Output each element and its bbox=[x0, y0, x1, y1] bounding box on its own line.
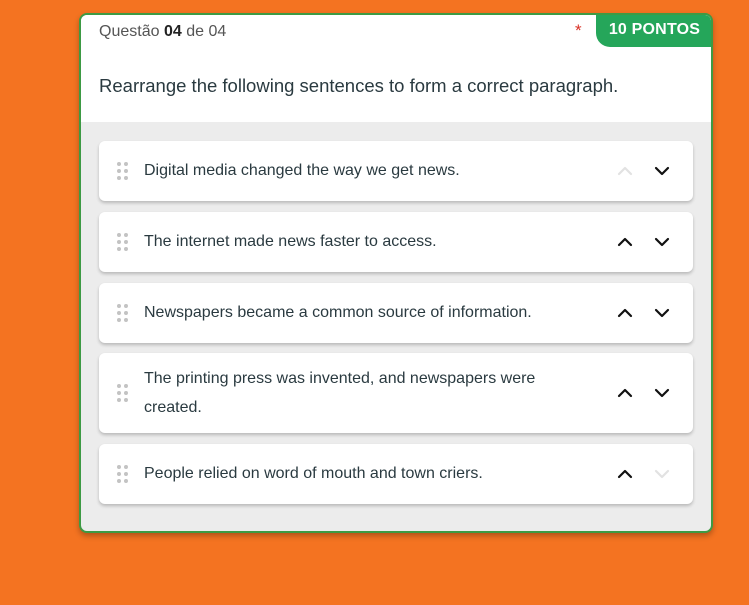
chevron-down-icon[interactable] bbox=[650, 381, 674, 405]
drag-handle-icon[interactable] bbox=[117, 465, 129, 483]
question-counter: Questão 04 de 04 bbox=[99, 23, 226, 41]
question-prompt: Rearrange the following sentences to for… bbox=[99, 75, 619, 96]
sortable-item[interactable]: The printing press was invented, and new… bbox=[99, 353, 693, 433]
item-text: The printing press was invented, and new… bbox=[144, 370, 536, 416]
required-marker: * bbox=[575, 21, 582, 40]
drag-handle-icon[interactable] bbox=[117, 162, 129, 180]
question-counter-prefix: Questão bbox=[99, 23, 160, 40]
sortable-item[interactable]: Newspapers became a common source of inf… bbox=[99, 283, 693, 343]
item-text: Newspapers became a common source of inf… bbox=[144, 304, 532, 321]
item-text: The internet made news faster to access. bbox=[144, 233, 437, 250]
drag-handle-icon[interactable] bbox=[117, 384, 129, 402]
item-text: People relied on word of mouth and town … bbox=[144, 465, 483, 482]
chevron-up-icon[interactable] bbox=[613, 230, 637, 254]
sortable-item[interactable]: Digital media changed the way we get new… bbox=[99, 141, 693, 201]
chevron-up-icon[interactable] bbox=[613, 301, 637, 325]
chevron-down-icon[interactable] bbox=[650, 159, 674, 183]
question-counter-separator: de bbox=[186, 23, 204, 40]
points-badge: 10 PONTOS bbox=[596, 15, 711, 47]
sortable-item[interactable]: The internet made news faster to access. bbox=[99, 212, 693, 272]
chevron-up-icon[interactable] bbox=[613, 381, 637, 405]
chevron-down-icon[interactable] bbox=[650, 301, 674, 325]
question-header: Questão 04 de 04 * 10 PONTOS Rearrange t… bbox=[81, 15, 711, 122]
drag-handle-icon[interactable] bbox=[117, 304, 129, 322]
page-background: { "question": { "prefix": "Questão", "nu… bbox=[0, 0, 749, 605]
item-text: Digital media changed the way we get new… bbox=[144, 162, 460, 179]
chevron-down-icon[interactable] bbox=[650, 230, 674, 254]
question-total: 04 bbox=[208, 23, 227, 40]
question-number: 04 bbox=[163, 23, 182, 40]
chevron-down-icon bbox=[650, 462, 674, 486]
sortable-item[interactable]: People relied on word of mouth and town … bbox=[99, 444, 693, 504]
question-card: Questão 04 de 04 * 10 PONTOS Rearrange t… bbox=[79, 13, 713, 533]
drag-handle-icon[interactable] bbox=[117, 233, 129, 251]
chevron-up-icon[interactable] bbox=[613, 462, 637, 486]
chevron-up-icon bbox=[613, 159, 637, 183]
